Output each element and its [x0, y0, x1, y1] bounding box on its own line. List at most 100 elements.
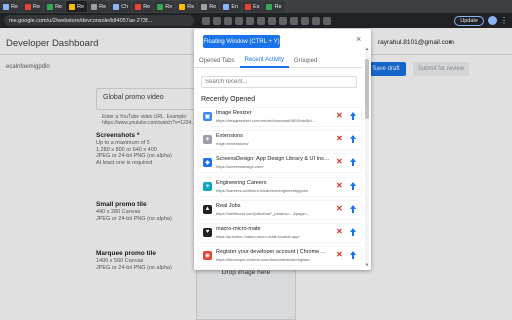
scroll-thumb[interactable]: [365, 59, 369, 119]
tab-label: Re: [187, 3, 195, 10]
extension-icon[interactable]: [224, 16, 232, 25]
open-tab-icon[interactable]: [350, 135, 356, 144]
close-icon[interactable]: ×: [356, 34, 361, 44]
extension-icon[interactable]: [312, 16, 320, 25]
tab-favicon-icon: [266, 3, 273, 10]
tab-label: Ch: [121, 3, 129, 10]
tab-opened-tabs[interactable]: Opened Tabs: [194, 54, 240, 68]
browser-menu-icon[interactable]: ⋮: [500, 16, 508, 25]
tab-favicon-icon: [201, 3, 208, 10]
browser-tab[interactable]: Re: [66, 1, 88, 12]
delete-icon[interactable]: ✕: [336, 181, 343, 191]
delete-icon[interactable]: ✕: [336, 204, 343, 214]
recent-item-title: Engineering Careers: [216, 179, 267, 186]
floating-window-button[interactable]: Floating Window (CTRL + Y): [203, 35, 280, 48]
extension-icon[interactable]: [323, 16, 331, 25]
tab-label: Re: [55, 3, 63, 10]
extension-icon[interactable]: [202, 16, 210, 25]
browser-tab[interactable]: Re: [176, 1, 198, 12]
browser-tab[interactable]: Re: [154, 1, 176, 12]
extension-icon[interactable]: [257, 16, 265, 25]
puzzle-icon: ✦: [203, 135, 212, 145]
tab-favicon-icon: [113, 3, 120, 10]
browser-tab[interactable]: Re: [22, 1, 44, 12]
extension-icon[interactable]: [235, 16, 243, 25]
extension-icon[interactable]: [268, 16, 276, 25]
tab-favicon-icon: [179, 3, 186, 10]
tab-favicon-icon: [91, 3, 98, 10]
popup-scrollbar[interactable]: ▲ ▼: [365, 46, 369, 267]
tab-label: Re: [274, 3, 282, 10]
tab-label: Re: [165, 3, 173, 10]
scroll-up-icon[interactable]: ▲: [365, 46, 369, 51]
extension-popup: Floating Window (CTRL + Y) × Opened Tabs…: [194, 29, 371, 270]
browser-tab[interactable]: Re: [263, 1, 285, 12]
recent-list: ▣ Image Resizer https://imageresizer.com/r…: [199, 108, 361, 270]
delete-icon[interactable]: ✕: [336, 157, 343, 167]
scroll-down-icon[interactable]: ▼: [365, 262, 369, 267]
tab-favicon-icon: [3, 3, 9, 10]
popup-tabs: Opened Tabs Recent Activity Grouped: [194, 54, 362, 68]
extension-icon[interactable]: [290, 16, 298, 25]
tab-label: En: [231, 3, 239, 10]
browser-tab[interactable]: Re: [198, 1, 220, 12]
tab-favicon-icon: [135, 3, 142, 10]
recent-item[interactable]: ✦ Extensions edge://extensions/ ✕: [199, 131, 361, 150]
image-icon: ▣: [203, 112, 212, 121]
browser-tab[interactable]: Ch: [110, 1, 132, 12]
browser-tab[interactable]: Re: [0, 1, 22, 12]
extension-icon[interactable]: [279, 16, 287, 25]
extension-icon[interactable]: [301, 16, 309, 25]
tab-label: Re: [143, 3, 151, 10]
delete-icon[interactable]: ✕: [336, 111, 343, 121]
browser-toolbar: me.google.com/u/2/webstore/devconsole/b8…: [0, 13, 512, 28]
tab-label: Re: [99, 3, 107, 10]
open-tab-icon[interactable]: [350, 158, 356, 167]
tab-label: Ex: [253, 3, 260, 10]
tab-label: Re: [11, 3, 19, 10]
recent-item[interactable]: ◉ Register your developer account | Chrom…: [199, 247, 361, 266]
tab-recent-activity[interactable]: Recent Activity: [239, 54, 289, 68]
extension-icon[interactable]: [246, 16, 254, 25]
recent-item-title: Image Resizer: [216, 110, 252, 116]
tab-favicon-icon: [25, 3, 32, 10]
recent-item-title: macro-micro-mate: [216, 225, 261, 232]
tab-favicon-icon: [69, 3, 76, 10]
browser-tab[interactable]: Re: [44, 1, 66, 12]
address-bar[interactable]: me.google.com/u/2/webstore/devconsole/b8…: [4, 15, 194, 26]
recent-item[interactable]: ▣ Image Resizer https://imageresizer.com/r…: [199, 108, 361, 126]
open-tab-icon[interactable]: [350, 227, 356, 236]
update-button[interactable]: Update: [454, 15, 484, 26]
jobs-icon: ▲: [203, 204, 212, 214]
recent-item-title: Register your developer account | Chrome…: [216, 249, 326, 256]
delete-icon[interactable]: ✕: [336, 227, 343, 237]
recent-item-title: ScreensDesign: App Design Library & UI I…: [216, 156, 330, 163]
search-input[interactable]: [201, 76, 357, 88]
recent-item[interactable]: ♥ macro-micro-mate https://preview--macro-…: [199, 223, 361, 242]
open-tab-icon[interactable]: [350, 181, 356, 190]
extension-icon[interactable]: [213, 16, 221, 25]
delete-icon[interactable]: ✕: [336, 134, 343, 144]
recent-item-title: Extensions: [216, 133, 243, 140]
open-tab-icon[interactable]: [350, 204, 356, 213]
recent-item-title: Real Jobs: [216, 202, 241, 209]
tab-grouped[interactable]: Grouped: [289, 54, 322, 68]
browser-tab[interactable]: Re: [132, 1, 154, 12]
tab-label: Re: [209, 3, 217, 10]
browser-tab[interactable]: Re: [88, 1, 110, 12]
tab-label: Re: [33, 3, 41, 10]
browser-tab[interactable]: Ex: [242, 1, 263, 12]
profile-avatar[interactable]: [488, 16, 497, 25]
open-tab-icon[interactable]: [350, 251, 356, 260]
browser-tab[interactable]: En: [220, 1, 242, 12]
recent-item[interactable]: ✳ Engineering Careers https://careers.conf…: [199, 177, 361, 196]
recent-item[interactable]: ▲ Real Jobs https://wellfound.com/jobs/rea…: [199, 200, 361, 219]
recent-item-url: edge://extensions/: [216, 141, 249, 147]
recent-item[interactable]: ◆ ScreensDesign: App Design Library & UI …: [199, 154, 361, 173]
recent-item-url: https://screensdesign.com/: [216, 164, 264, 170]
open-tab-icon[interactable]: [350, 112, 356, 120]
screensdesign-icon: ◆: [203, 158, 212, 168]
tab-favicon-icon: [245, 3, 252, 10]
tab-favicon-icon: [47, 3, 54, 10]
delete-icon[interactable]: ✕: [336, 250, 343, 260]
